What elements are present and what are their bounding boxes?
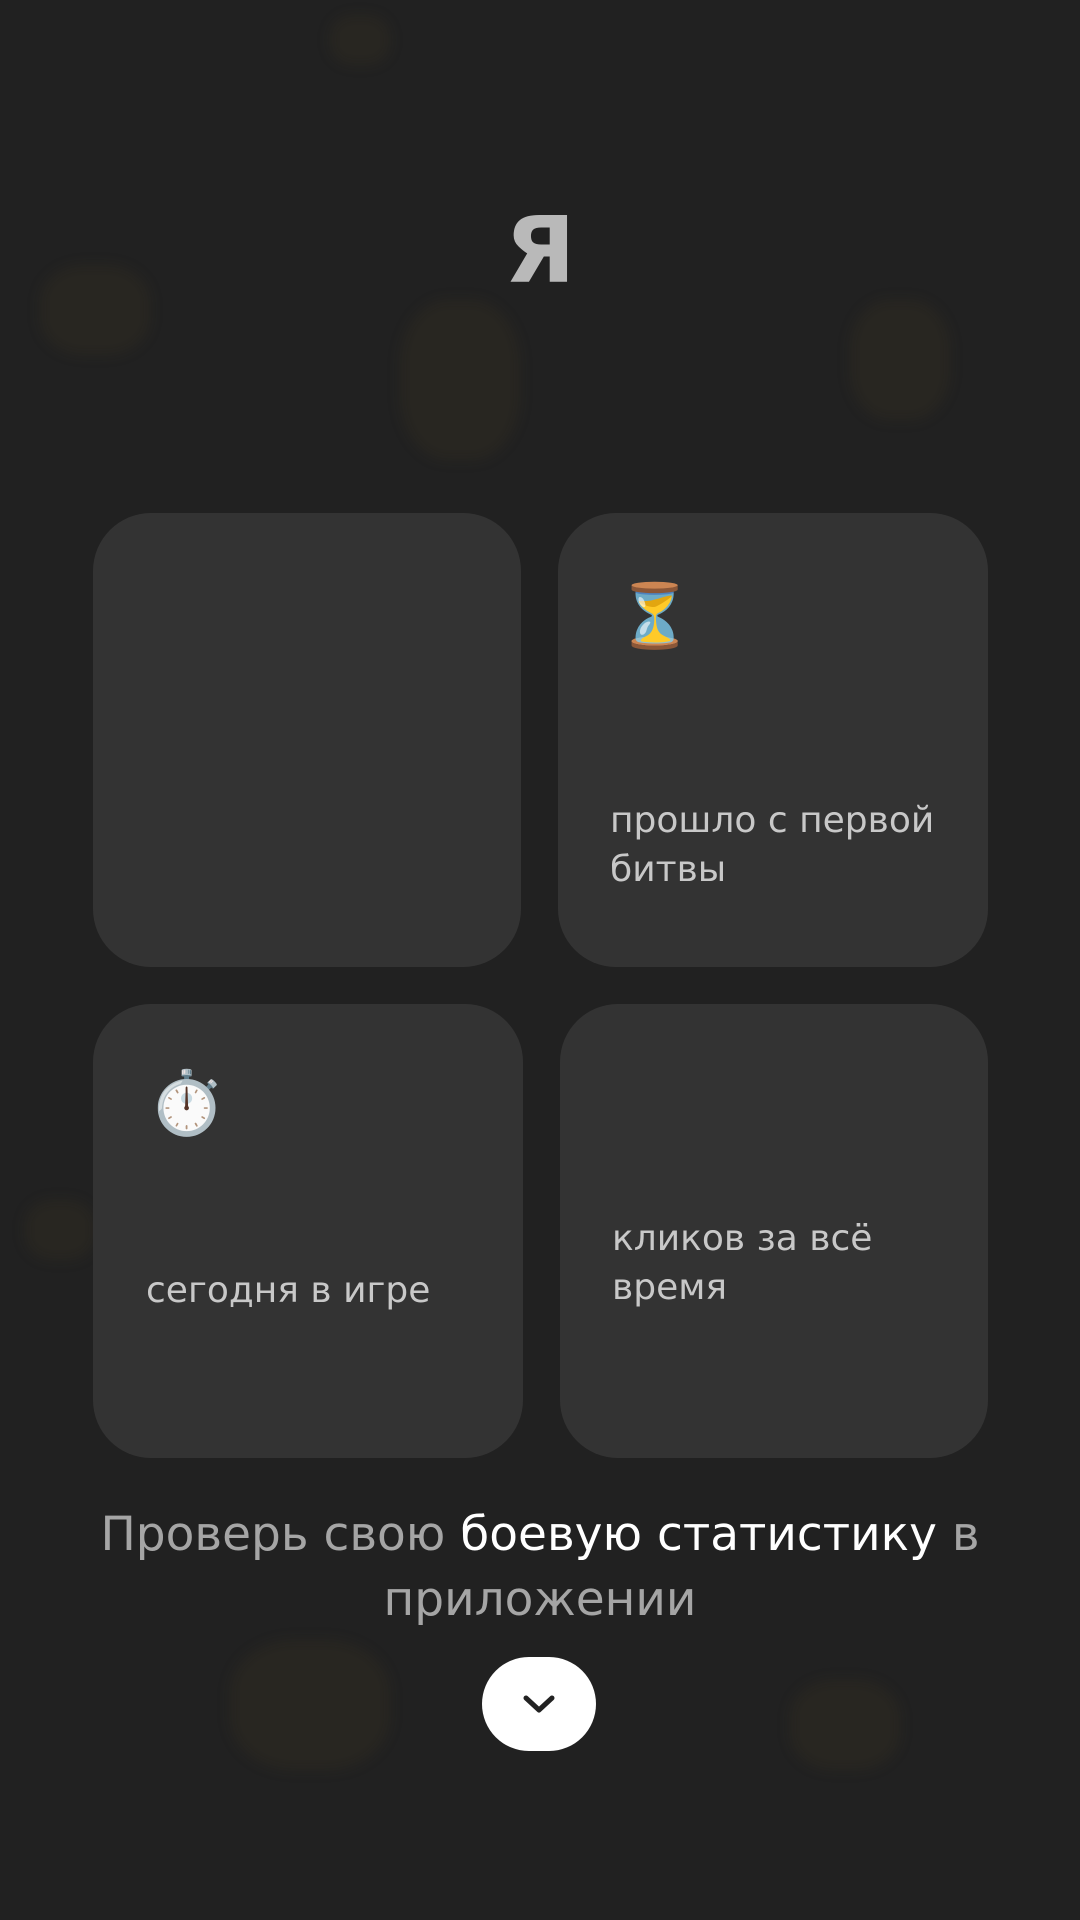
stopwatch-icon: ⏱️ <box>148 1066 226 1139</box>
background-decoration <box>850 300 950 420</box>
stat-card-label: прошло с первой битвы <box>610 800 935 890</box>
chevron-down-icon <box>523 1695 555 1713</box>
stat-card-first-battle: ⏳ прошло с первой битвы <box>558 513 988 967</box>
hourglass-icon: ⏳ <box>616 579 694 652</box>
background-decoration <box>330 15 390 65</box>
scroll-down-button[interactable] <box>482 1657 596 1751</box>
app-promo-text: Проверь свою боевую статистику в приложе… <box>0 1502 1080 1632</box>
stats-screen: Я ⏳ прошло с первой битвы ⏱️ сегодня в и… <box>0 0 1080 1920</box>
background-decoration <box>790 1680 900 1770</box>
page-title: Я <box>504 197 576 304</box>
stat-card-clicks: кликов за всё время <box>560 1004 988 1458</box>
background-decoration <box>230 1640 390 1770</box>
promo-text-muted: Проверь свою <box>100 1507 461 1562</box>
stat-card-today: ⏱️ сегодня в игре <box>93 1004 523 1458</box>
background-decoration <box>400 300 520 460</box>
promo-text-highlight: боевую статистику <box>460 1507 937 1562</box>
stat-card-label: кликов за всё время <box>612 1218 873 1308</box>
background-decoration <box>25 1200 95 1260</box>
stat-card-1 <box>93 513 521 967</box>
stat-card-label: сегодня в игре <box>146 1270 431 1311</box>
